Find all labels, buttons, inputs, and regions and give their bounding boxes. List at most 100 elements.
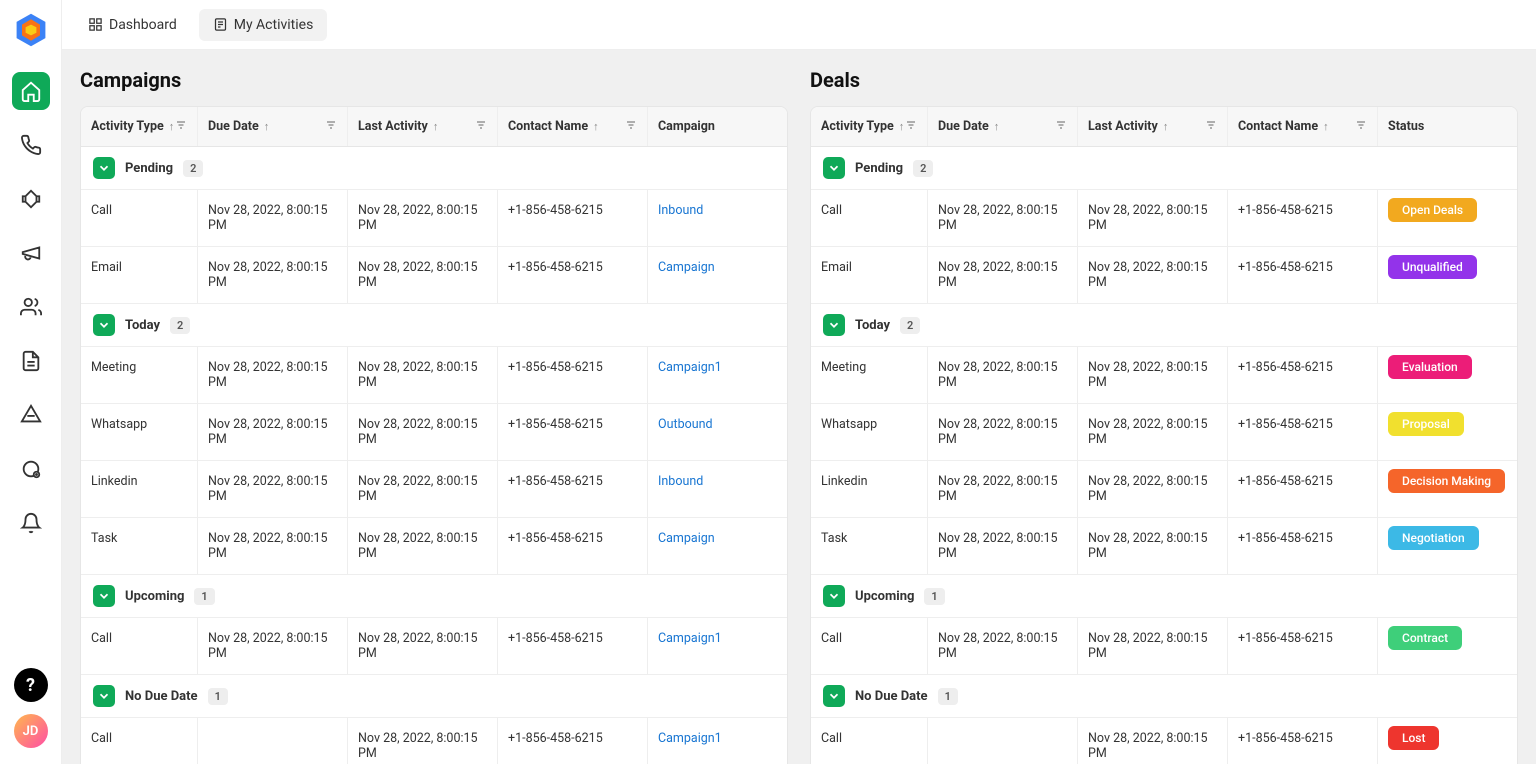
col-status[interactable]: Status (1377, 107, 1517, 146)
cell-status: Unqualified (1377, 247, 1517, 303)
cell-campaign-link[interactable]: Campaign (647, 518, 787, 574)
app-logo (13, 12, 49, 48)
cell-contact: +1-856-458-6215 (497, 461, 647, 517)
campaigns-header-row: Activity Type↑ Due Date↑ Last Activity↑ … (81, 107, 787, 147)
cell-campaign-link[interactable]: Inbound (647, 461, 787, 517)
status-badge: Proposal (1388, 412, 1464, 436)
help-button[interactable]: ? (14, 668, 48, 702)
cell-last-activity: Nov 28, 2022, 8:00:15 PM (347, 618, 497, 674)
cell-contact: +1-856-458-6215 (497, 618, 647, 674)
cell-due-date: Nov 28, 2022, 8:00:15 PM (197, 190, 347, 246)
filter-icon[interactable] (625, 119, 637, 135)
collapse-toggle[interactable] (93, 585, 115, 607)
filter-icon[interactable] (325, 119, 337, 135)
section-count: 1 (924, 588, 944, 605)
user-avatar[interactable]: JD (14, 714, 48, 748)
table-row[interactable]: EmailNov 28, 2022, 8:00:15 PMNov 28, 202… (81, 247, 787, 304)
tab-dashboard[interactable]: Dashboard (74, 9, 191, 41)
table-row[interactable]: CallNov 28, 2022, 8:00:15 PM+1-856-458-6… (81, 718, 787, 764)
table-row[interactable]: WhatsappNov 28, 2022, 8:00:15 PMNov 28, … (811, 404, 1517, 461)
filter-icon[interactable] (475, 119, 487, 135)
cell-status: Open Deals (1377, 190, 1517, 246)
table-row[interactable]: MeetingNov 28, 2022, 8:00:15 PMNov 28, 2… (81, 347, 787, 404)
table-row[interactable]: CallNov 28, 2022, 8:00:15 PMNov 28, 2022… (811, 190, 1517, 247)
col-last-activity[interactable]: Last Activity↑ (1077, 107, 1227, 146)
section-header: Today2 (81, 304, 787, 347)
cell-due-date: Nov 28, 2022, 8:00:15 PM (927, 461, 1077, 517)
collapse-toggle[interactable] (93, 157, 115, 179)
status-badge: Contract (1388, 626, 1462, 650)
table-row[interactable]: MeetingNov 28, 2022, 8:00:15 PMNov 28, 2… (811, 347, 1517, 404)
nav-drive[interactable] (12, 396, 50, 434)
table-row[interactable]: CallNov 28, 2022, 8:00:15 PMNov 28, 2022… (811, 618, 1517, 675)
cell-campaign-link[interactable]: Campaign (647, 247, 787, 303)
nav-documents[interactable] (12, 342, 50, 380)
cell-due-date (927, 718, 1077, 764)
filter-icon[interactable] (1055, 119, 1067, 135)
cell-activity: Email (81, 247, 197, 303)
table-row[interactable]: TaskNov 28, 2022, 8:00:15 PMNov 28, 2022… (811, 518, 1517, 575)
collapse-toggle[interactable] (823, 157, 845, 179)
cell-campaign-link[interactable]: Campaign1 (647, 718, 787, 764)
collapse-toggle[interactable] (823, 585, 845, 607)
table-row[interactable]: WhatsappNov 28, 2022, 8:00:15 PMNov 28, … (81, 404, 787, 461)
col-activity-type[interactable]: Activity Type↑ (811, 107, 927, 146)
collapse-toggle[interactable] (823, 314, 845, 336)
section-header: No Due Date1 (811, 675, 1517, 718)
cell-contact: +1-856-458-6215 (497, 190, 647, 246)
cell-due-date: Nov 28, 2022, 8:00:15 PM (927, 518, 1077, 574)
nav-home[interactable] (12, 72, 50, 110)
col-due-date[interactable]: Due Date↑ (927, 107, 1077, 146)
cell-last-activity: Nov 28, 2022, 8:00:15 PM (347, 247, 497, 303)
table-row[interactable]: CallNov 28, 2022, 8:00:15 PM+1-856-458-6… (811, 718, 1517, 764)
cell-campaign-link[interactable]: Campaign1 (647, 347, 787, 403)
table-row[interactable]: EmailNov 28, 2022, 8:00:15 PMNov 28, 202… (811, 247, 1517, 304)
col-contact-name[interactable]: Contact Name↑ (1227, 107, 1377, 146)
col-contact-name[interactable]: Contact Name↑ (497, 107, 647, 146)
table-row[interactable]: CallNov 28, 2022, 8:00:15 PMNov 28, 2022… (81, 190, 787, 247)
section-header: Upcoming1 (811, 575, 1517, 618)
cell-activity: Linkedin (81, 461, 197, 517)
table-row[interactable]: CallNov 28, 2022, 8:00:15 PMNov 28, 2022… (81, 618, 787, 675)
tab-activities[interactable]: My Activities (199, 9, 328, 41)
nav-notifications[interactable] (12, 504, 50, 542)
cell-due-date: Nov 28, 2022, 8:00:15 PM (197, 618, 347, 674)
col-last-activity[interactable]: Last Activity↑ (347, 107, 497, 146)
col-campaign[interactable]: Campaign (647, 107, 787, 146)
cell-last-activity: Nov 28, 2022, 8:00:15 PM (1077, 518, 1227, 574)
cell-due-date: Nov 28, 2022, 8:00:15 PM (927, 190, 1077, 246)
cell-due-date: Nov 28, 2022, 8:00:15 PM (927, 404, 1077, 460)
cell-activity: Call (811, 618, 927, 674)
section-header: Pending2 (811, 147, 1517, 190)
section-count: 2 (913, 160, 933, 177)
sort-asc-icon: ↑ (264, 120, 270, 133)
cell-campaign-link[interactable]: Outbound (647, 404, 787, 460)
campaigns-title: Campaigns (80, 68, 788, 92)
cell-due-date: Nov 28, 2022, 8:00:15 PM (927, 347, 1077, 403)
table-row[interactable]: LinkedinNov 28, 2022, 8:00:15 PMNov 28, … (811, 461, 1517, 518)
nav-campaigns[interactable] (12, 234, 50, 272)
deals-title: Deals (810, 68, 1518, 92)
nav-contacts[interactable] (12, 288, 50, 326)
col-due-date[interactable]: Due Date↑ (197, 107, 347, 146)
col-activity-type[interactable]: Activity Type↑ (81, 107, 197, 146)
cell-campaign-link[interactable]: Inbound (647, 190, 787, 246)
sort-asc-icon: ↑ (1163, 120, 1169, 133)
filter-icon[interactable] (905, 119, 917, 135)
collapse-toggle[interactable] (93, 314, 115, 336)
cell-activity: Whatsapp (811, 404, 927, 460)
campaigns-body: Pending2CallNov 28, 2022, 8:00:15 PMNov … (81, 147, 787, 764)
nav-settings[interactable] (12, 450, 50, 488)
table-row[interactable]: TaskNov 28, 2022, 8:00:15 PMNov 28, 2022… (81, 518, 787, 575)
nav-deals[interactable] (12, 180, 50, 218)
nav-calls[interactable] (12, 126, 50, 164)
filter-icon[interactable] (1355, 119, 1367, 135)
section-label: Upcoming (125, 589, 184, 604)
tab-activities-label: My Activities (234, 17, 314, 33)
table-row[interactable]: LinkedinNov 28, 2022, 8:00:15 PMNov 28, … (81, 461, 787, 518)
collapse-toggle[interactable] (823, 685, 845, 707)
filter-icon[interactable] (1205, 119, 1217, 135)
collapse-toggle[interactable] (93, 685, 115, 707)
filter-icon[interactable] (175, 119, 187, 135)
cell-campaign-link[interactable]: Campaign1 (647, 618, 787, 674)
